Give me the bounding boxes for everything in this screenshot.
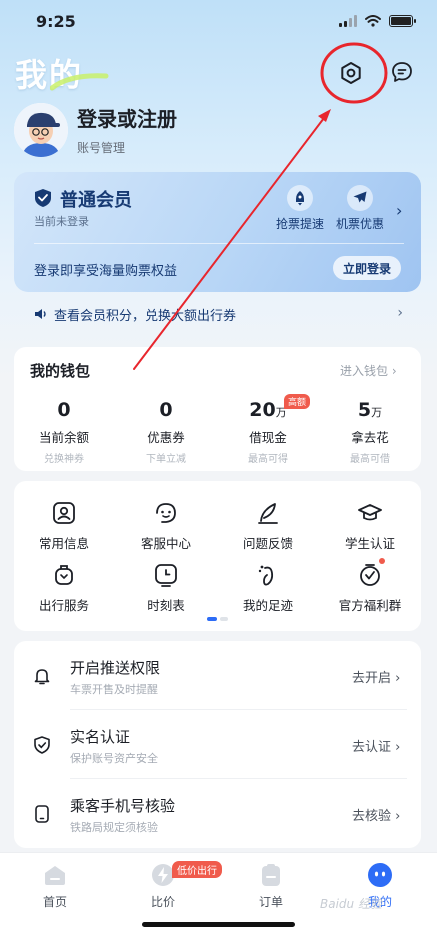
clock-icon xyxy=(155,564,177,587)
battery-icon xyxy=(389,15,416,27)
avatar[interactable] xyxy=(14,103,68,157)
tab-orders[interactable]: 订单 xyxy=(221,862,321,910)
chevron-right-icon: › xyxy=(397,305,403,321)
perk-flight-discount[interactable]: 机票优惠 xyxy=(330,185,390,232)
shield-check-icon xyxy=(34,736,50,754)
service-travel[interactable]: 出行服务 xyxy=(14,562,114,614)
chevron-right-icon[interactable]: › xyxy=(396,201,402,220)
order-icon xyxy=(262,864,280,886)
message-button[interactable] xyxy=(390,60,414,84)
high-amount-badge: 高额 xyxy=(284,394,311,409)
service-frequent-info[interactable]: 常用信息 xyxy=(14,500,114,552)
graduation-cap-icon xyxy=(358,504,382,521)
rocket-icon xyxy=(296,191,304,206)
phone-icon xyxy=(35,805,49,823)
login-title[interactable]: 登录或注册 xyxy=(77,103,177,132)
points-exchange-text: 查看会员积分，兑换大额出行券 xyxy=(54,308,237,324)
service-feedback[interactable]: 问题反馈 xyxy=(218,500,318,552)
service-footprints[interactable]: 我的足迹 xyxy=(218,562,318,614)
customer-service-icon xyxy=(156,503,176,523)
settings-icon xyxy=(341,62,361,84)
wallet-balance[interactable]: 0 当前余额 兑换神券 xyxy=(14,399,114,465)
message-icon xyxy=(392,62,412,82)
feather-pen-icon xyxy=(258,503,278,524)
real-name-auth-row[interactable]: 实名认证 保护账号资产安全 去认证 › xyxy=(14,718,421,772)
status-icons xyxy=(339,15,416,27)
low-price-badge: 低价出行 xyxy=(172,861,222,878)
member-status: 当前未登录 xyxy=(34,215,89,228)
footprint-icon xyxy=(258,565,274,586)
service-welfare-group[interactable]: 官方福利群 xyxy=(320,562,420,614)
title-swoosh-icon xyxy=(50,73,109,91)
service-student-verify[interactable]: 学生认证 xyxy=(320,500,420,552)
service-customer-center[interactable]: 客服中心 xyxy=(116,500,216,552)
points-exchange-bar[interactable]: 查看会员积分，兑换大额出行券 › xyxy=(14,296,421,332)
wallet-credit[interactable]: 5万 拿去花 最高可借 xyxy=(320,399,420,465)
row-divider xyxy=(70,778,407,779)
row-divider xyxy=(70,709,407,710)
home-indicator xyxy=(142,922,295,927)
bell-icon xyxy=(34,669,50,685)
push-permission-row[interactable]: 开启推送权限 车票开售及时提醒 去开启 › xyxy=(14,650,421,704)
avatar-icon xyxy=(14,103,68,157)
contact-card-icon xyxy=(53,502,75,524)
status-time: 9:25 xyxy=(36,12,76,31)
wallet-title: 我的钱包 xyxy=(30,362,91,380)
profile-face-icon xyxy=(368,863,392,887)
member-benefit-text: 登录即享受海量购票权益 xyxy=(34,264,178,279)
timer-check-icon xyxy=(360,564,380,586)
watermark: Baidu 经验 xyxy=(320,897,382,911)
wallet-coupons[interactable]: 0 优惠券 下单立减 xyxy=(116,399,216,465)
speaker-icon xyxy=(35,309,46,319)
member-divider xyxy=(34,243,404,244)
luggage-icon xyxy=(55,565,73,585)
wifi-icon xyxy=(365,15,381,27)
tab-home[interactable]: 首页 xyxy=(5,862,105,910)
perk-ticket-speedup[interactable]: 抢票提速 xyxy=(270,185,330,232)
shield-check-icon xyxy=(35,189,51,207)
settings-button[interactable] xyxy=(336,58,366,88)
notification-dot xyxy=(379,558,385,564)
enter-wallet-link[interactable]: 进入钱包 › xyxy=(340,362,397,379)
account-management-label[interactable]: 账号管理 xyxy=(77,139,125,156)
airplane-icon xyxy=(353,191,367,203)
member-level: 普通会员 xyxy=(60,190,132,211)
signal-icon xyxy=(339,15,357,27)
phone-verify-row[interactable]: 乘客手机号核验 铁路局规定须核验 去核验 › xyxy=(14,788,421,842)
home-icon xyxy=(45,866,65,885)
page-indicator xyxy=(207,617,228,621)
service-timetable[interactable]: 时刻表 xyxy=(116,562,216,614)
login-now-button[interactable]: 立即登录 xyxy=(333,256,401,280)
